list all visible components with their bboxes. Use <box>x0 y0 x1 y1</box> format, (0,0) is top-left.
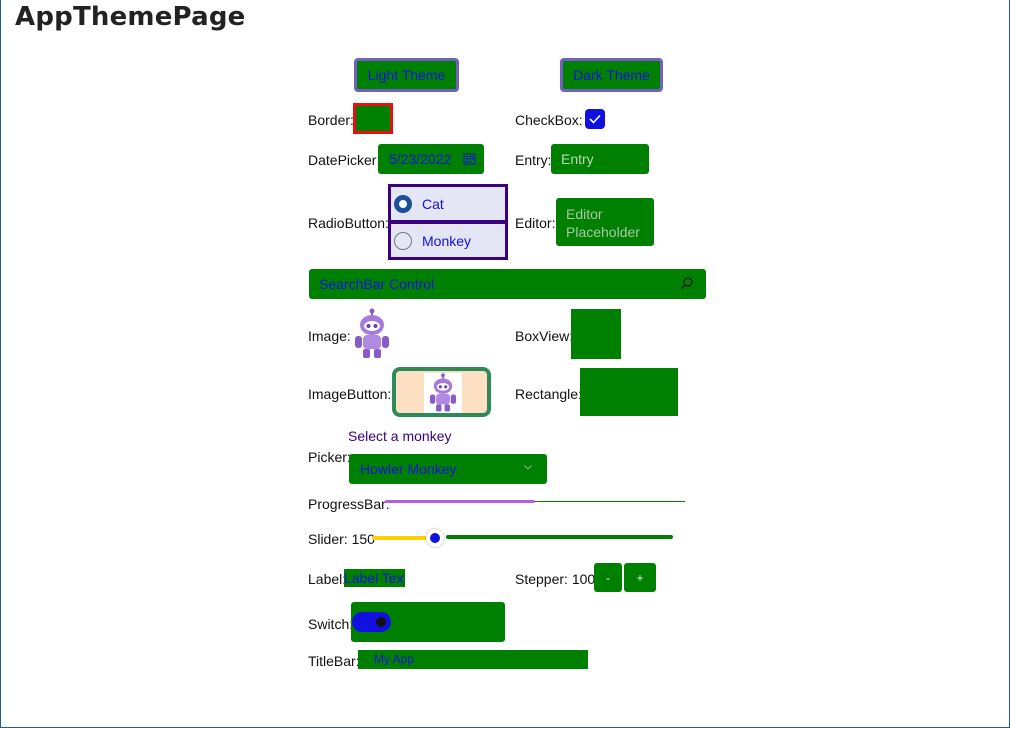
image-button[interactable] <box>392 367 491 417</box>
progressbar-label: ProgressBar: <box>308 496 390 512</box>
editor-placeholder: Editor Placeholder <box>566 206 640 240</box>
checkbox-label: CheckBox: <box>515 112 583 128</box>
slider-min-track[interactable] <box>372 536 434 540</box>
search-icon[interactable] <box>680 276 694 290</box>
editor-label: Editor: <box>515 215 556 231</box>
radio-group: Cat Monkey <box>388 184 508 260</box>
checkbox[interactable] <box>585 109 605 129</box>
imagebutton-label: ImageButton: <box>308 386 392 402</box>
datepicker-label: DatePicker: <box>308 152 381 168</box>
radio-option-monkey[interactable]: Monkey <box>391 224 505 257</box>
robot-mascot-icon <box>429 373 457 412</box>
stepper-decrement-button[interactable]: - <box>594 563 622 592</box>
rectangle-shape <box>580 368 678 416</box>
radio-option-label: Monkey <box>422 232 472 249</box>
chevron-down-icon <box>524 465 532 470</box>
datepicker[interactable]: 5/23/2022 <box>378 144 484 174</box>
light-theme-button[interactable]: Light Theme <box>354 58 459 92</box>
boxview-label: BoxView: <box>515 328 574 344</box>
border-label: Border: <box>308 112 354 128</box>
searchbar-placeholder: SearchBar Control <box>319 276 435 292</box>
radio-option-label: Cat <box>422 195 444 212</box>
window-frame <box>0 0 1010 728</box>
switch-label: Switch: <box>308 616 354 632</box>
radiobutton-label: RadioButton: <box>308 215 389 231</box>
datepicker-value: 5/23/2022 <box>389 151 452 167</box>
picker-selected-value: Howler Monkey <box>360 461 457 477</box>
border-control <box>353 103 393 134</box>
radio-unselected-icon <box>394 231 412 250</box>
image-label: Image: <box>308 328 351 344</box>
entry-field[interactable]: Entry <box>551 144 649 174</box>
page-title: AppThemePage <box>15 2 246 32</box>
entry-placeholder: Entry <box>561 151 594 167</box>
progressbar-fill <box>385 500 535 503</box>
titlebar-label: TitleBar: <box>308 653 360 669</box>
label-label: Label: <box>308 571 347 587</box>
picker-label: Picker: <box>308 449 351 465</box>
searchbar[interactable]: SearchBar Control <box>309 269 706 299</box>
boxview <box>571 309 621 359</box>
slider-thumb[interactable] <box>426 529 444 547</box>
checkmark-icon <box>589 114 601 124</box>
stepper-increment-button[interactable]: + <box>624 563 656 592</box>
label-control: Label Text <box>344 569 405 587</box>
slider-max-track[interactable] <box>446 535 673 539</box>
editor-field[interactable]: Editor Placeholder <box>556 198 654 246</box>
entry-label: Entry: <box>515 152 552 168</box>
radio-selected-icon <box>394 194 412 213</box>
switch-knob <box>376 617 386 627</box>
calendar-icon <box>463 153 476 165</box>
picker[interactable]: Howler Monkey <box>349 454 547 484</box>
slider-thumb-dot <box>430 533 440 543</box>
robot-mascot-image <box>355 308 389 358</box>
picker-title: Select a monkey <box>348 428 452 444</box>
titlebar-control: My App <box>358 650 588 669</box>
radio-option-cat[interactable]: Cat <box>391 187 505 220</box>
stepper-label: Stepper: 100 <box>515 571 596 587</box>
dark-theme-button[interactable]: Dark Theme <box>560 58 663 92</box>
rectangle-label: Rectangle: <box>515 386 582 402</box>
slider-label: Slider: 150 <box>308 531 375 547</box>
